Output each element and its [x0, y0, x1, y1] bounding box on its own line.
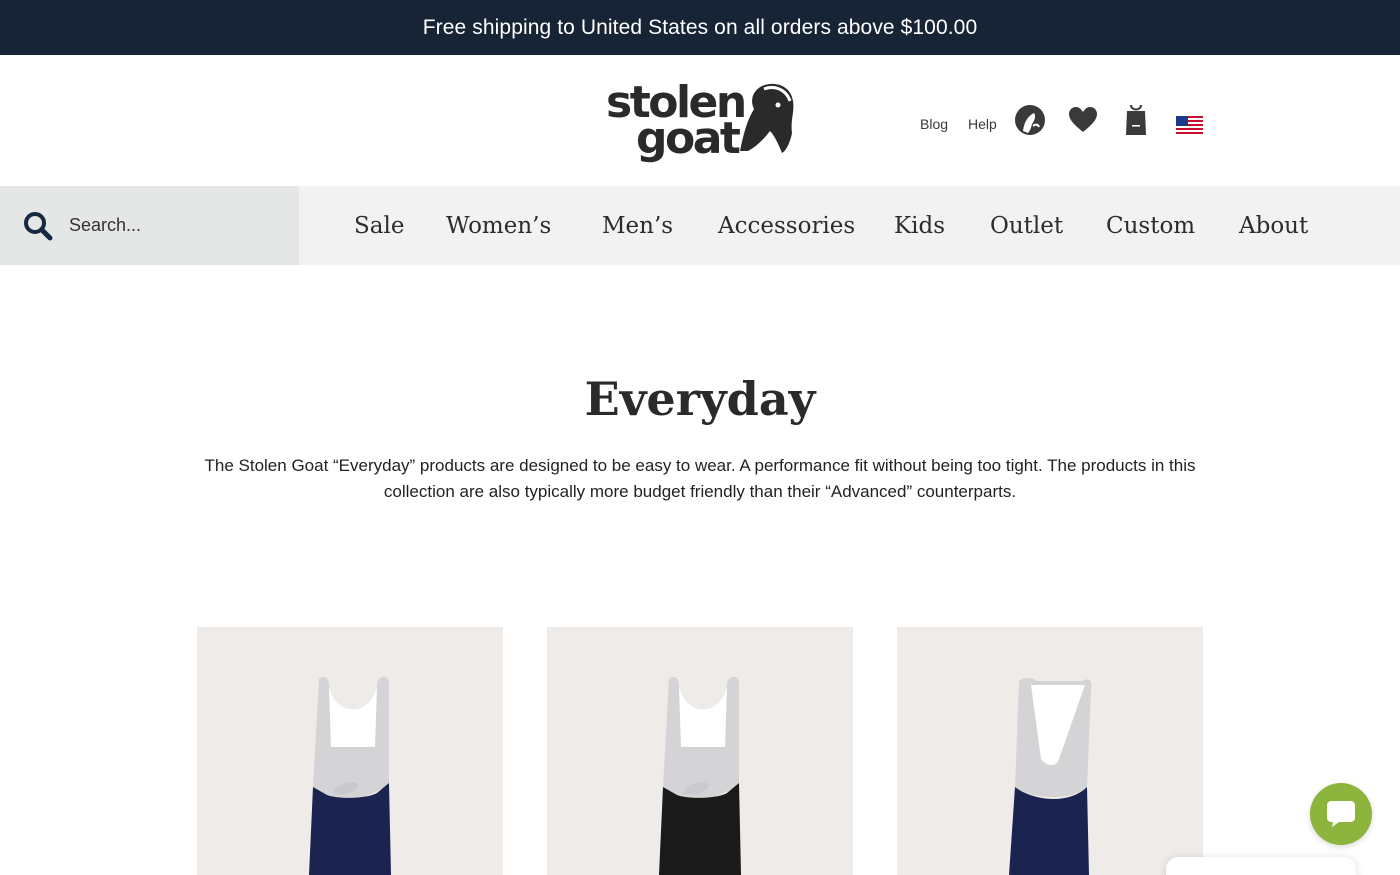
product-card[interactable] — [547, 627, 853, 875]
site-logo[interactable]: stolen goat — [606, 81, 796, 165]
search-input[interactable] — [69, 215, 269, 236]
us-flag-icon[interactable] — [1176, 116, 1203, 136]
chat-bubble-icon — [1327, 801, 1355, 827]
header: stolen goat Blog Help — [0, 55, 1400, 186]
chat-button[interactable] — [1310, 783, 1372, 845]
bib-shorts-navy-image — [1009, 678, 1092, 875]
goat-head-icon — [740, 83, 794, 153]
goat-account-icon[interactable] — [1014, 104, 1046, 136]
help-link[interactable]: Help — [968, 116, 997, 132]
nav-item-sale[interactable]: Sale — [354, 186, 404, 265]
search-box[interactable] — [0, 186, 299, 265]
bib-shorts-black-image — [659, 676, 741, 875]
product-card[interactable] — [197, 627, 503, 875]
promo-bar: Free shipping to United States on all or… — [0, 0, 1400, 55]
collection-description: The Stolen Goat “Everyday” products are … — [204, 456, 1196, 501]
heart-icon[interactable] — [1069, 107, 1097, 133]
search-icon[interactable] — [23, 211, 53, 241]
nav-item-kids[interactable]: Kids — [894, 186, 945, 265]
nav-item-mens[interactable]: Men’s — [602, 186, 673, 265]
nav-item-about[interactable]: About — [1239, 186, 1308, 265]
logo-text-goat: goat — [636, 113, 741, 164]
product-card[interactable] — [897, 627, 1203, 875]
nav-item-custom[interactable]: Custom — [1106, 186, 1195, 265]
bib-shorts-navy-image — [309, 676, 391, 875]
promo-text: Free shipping to United States on all or… — [422, 15, 978, 39]
page-title: Everyday — [584, 372, 816, 426]
bag-icon[interactable] — [1124, 103, 1148, 137]
nav-item-womens[interactable]: Women’s — [446, 186, 551, 265]
nav-item-outlet[interactable]: Outlet — [990, 186, 1063, 265]
nav-item-accessories[interactable]: Accessories — [718, 186, 855, 265]
blog-link[interactable]: Blog — [920, 116, 948, 132]
chat-popup[interactable] — [1166, 857, 1356, 875]
main-nav: Sale Women’s Men’s Accessories Kids Outl… — [0, 186, 1400, 265]
